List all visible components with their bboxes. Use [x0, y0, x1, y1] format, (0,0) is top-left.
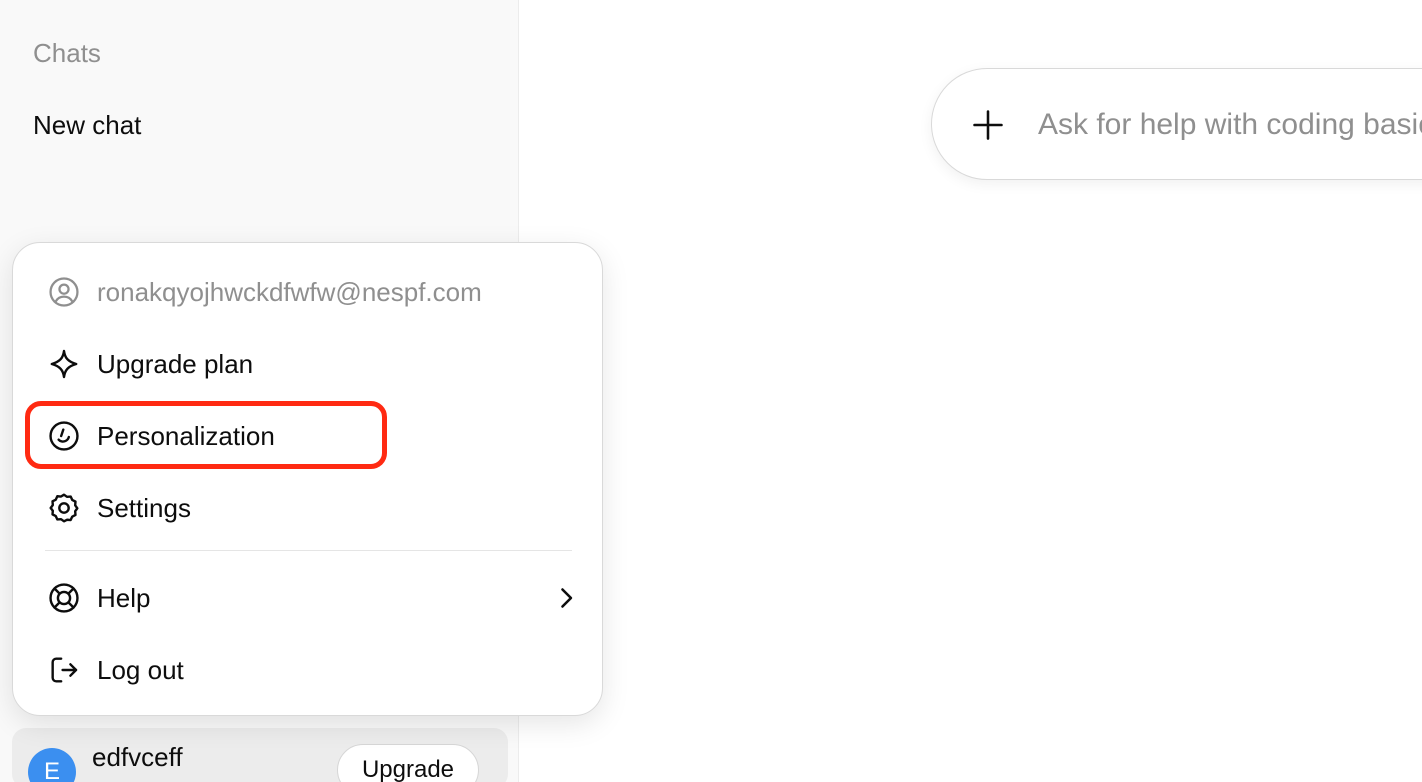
menu-item-label: Personalization: [97, 420, 275, 451]
account-menu: ronakqyojhwckdfwfw@nespf.com Upgrade pla…: [12, 242, 603, 716]
menu-item-label: Upgrade plan: [97, 348, 254, 379]
sidebar-section-title: Chats: [33, 38, 101, 68]
account-email-item: ronakqyojhwckdfwfw@nespf.com: [33, 262, 583, 322]
menu-item-label: Log out: [97, 654, 184, 685]
sidebar-item-new-chat[interactable]: New chat: [33, 110, 141, 141]
logout-icon: [47, 653, 81, 687]
avatar[interactable]: E: [28, 748, 76, 782]
chat-composer: [931, 68, 1422, 180]
lifebuoy-icon: [47, 581, 81, 615]
menu-item-upgrade-plan[interactable]: Upgrade plan: [33, 334, 583, 394]
user-circle-icon: [47, 275, 81, 309]
personalization-icon: [47, 419, 81, 453]
menu-item-label: Settings: [97, 492, 191, 523]
upgrade-button[interactable]: Upgrade: [337, 744, 479, 782]
plus-icon[interactable]: [970, 107, 1006, 143]
account-email: ronakqyojhwckdfwfw@nespf.com: [97, 276, 482, 307]
menu-divider: [45, 550, 572, 551]
menu-item-help[interactable]: Help: [33, 568, 583, 628]
menu-item-label: Help: [97, 582, 151, 613]
gear-icon: [47, 491, 81, 525]
account-footer[interactable]: E edfvceff Upgrade: [12, 728, 508, 782]
account-name: edfvceff: [92, 742, 183, 772]
menu-item-settings[interactable]: Settings: [33, 478, 583, 538]
menu-item-personalization[interactable]: Personalization: [33, 406, 583, 466]
app-window: Chats New chat E edfvceff Upgrade ronakq…: [0, 0, 1422, 782]
chevron-right-icon: [549, 581, 583, 615]
sparkle-icon: [47, 347, 81, 381]
chat-input[interactable]: [1038, 99, 1422, 151]
menu-item-log-out[interactable]: Log out: [33, 640, 583, 700]
